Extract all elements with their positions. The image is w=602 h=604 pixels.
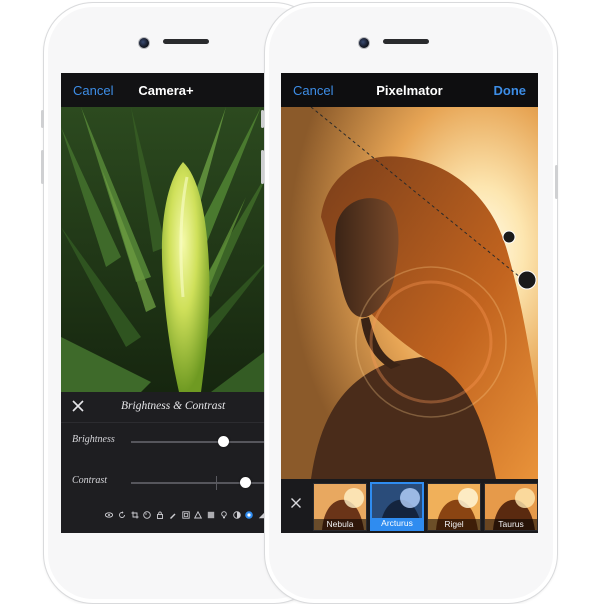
brush-icon[interactable] [169,511,177,519]
tool-strip [105,511,271,523]
volume-up-button [41,150,44,184]
earpiece-speaker [163,39,209,44]
brightness-slider-row: Brightness [61,430,271,454]
navbar: Cancel Camera+ [61,73,271,107]
front-camera [138,37,150,49]
filter-thumb-rigel[interactable]: Rigel [427,483,481,531]
power-button [555,165,558,199]
brightness-slider-track[interactable] [131,441,271,443]
palette-icon[interactable] [143,511,152,519]
earpiece-speaker [383,39,429,44]
mute-switch [261,110,264,128]
pixelmator-screen: Cancel Pixelmator Done Nebula Arcturus R… [281,73,538,533]
filter-label: Taurus [485,519,537,530]
contrast-center-mark [216,476,217,490]
filter-label: Nebula [314,519,366,530]
brightness-slider-knob[interactable] [217,436,229,447]
volume-up-button [261,150,264,184]
agave-plant-photo [61,107,271,392]
crop-icon[interactable] [131,511,139,519]
contrast-label: Contrast [72,475,108,486]
triangle-icon[interactable] [194,511,203,519]
contrast-slider-row: Contrast [61,471,271,495]
grid-icon[interactable] [207,511,215,519]
adjustment-panel: Brightness & Contrast Brightness Contras… [61,392,271,533]
contrast-slider-knob[interactable] [240,477,252,488]
filter-icon[interactable] [232,511,241,519]
filter-thumb-arcturus[interactable]: Arcturus [370,482,424,531]
brightness-label: Brightness [72,434,115,445]
filter-label: Rigel [428,519,480,530]
close-icon[interactable] [71,399,85,413]
bulb-icon[interactable] [220,511,228,519]
panel-title: Brightness & Contrast [121,400,226,412]
filter-thumb-nebula[interactable]: Nebula [313,483,367,531]
done-button[interactable]: Done [494,83,527,98]
camera-plus-screen: Cancel Camera+ Brightness & Contrast Bri… [61,73,271,533]
backlit-portrait-photo [281,107,538,479]
app-title: Camera+ [138,82,194,98]
close-icon[interactable] [290,497,302,509]
navbar: Cancel Pixelmator Done [281,73,538,107]
brightness-icon[interactable] [245,511,254,519]
lock-icon[interactable] [156,511,164,519]
rotate-icon[interactable] [118,511,126,519]
panel-header: Brightness & Contrast [61,392,271,423]
filter-thumb-taurus[interactable]: Taurus [484,483,538,531]
mute-switch [41,110,44,128]
front-camera [358,37,370,49]
eye-icon[interactable] [105,511,113,519]
frame-icon[interactable] [181,511,190,519]
filter-label: Arcturus [372,518,422,529]
filter-bar: Nebula Arcturus Rigel Taurus [281,479,538,533]
